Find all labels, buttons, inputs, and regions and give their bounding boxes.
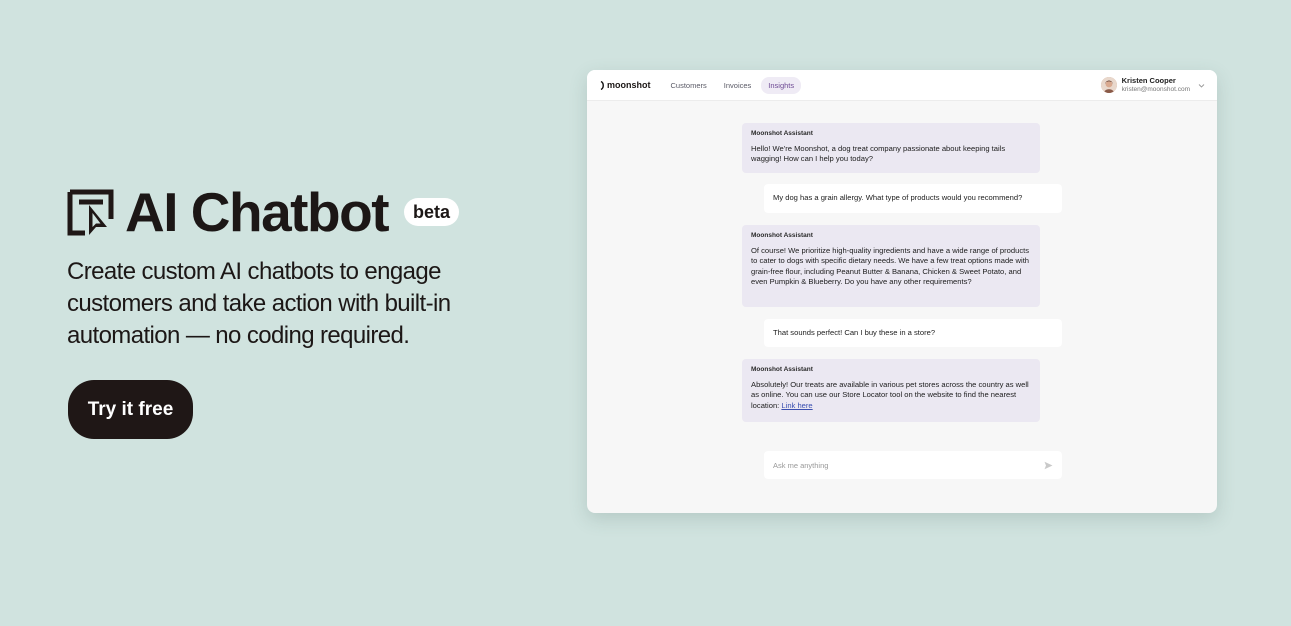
chevron-down-icon[interactable]: [1198, 82, 1205, 89]
send-icon[interactable]: [1044, 461, 1053, 470]
nav-tab-customers[interactable]: Customers: [664, 77, 714, 94]
hero-section: AI Chatbot beta Create custom AI chatbot…: [67, 180, 537, 352]
user-email: kristen@moonshot.com: [1121, 86, 1190, 93]
chat-input-box: [764, 451, 1062, 479]
avatar-portrait-icon: [1100, 77, 1117, 93]
brand-name: moonshot: [607, 80, 651, 90]
hero-title: AI Chatbot: [125, 181, 390, 243]
message-sender: Moonshot Assistant: [751, 232, 813, 239]
nav-tab-invoices[interactable]: Invoices: [717, 77, 759, 94]
assistant-message: Moonshot Assistant Absolutely! Our treat…: [742, 359, 1040, 422]
assistant-message: Moonshot Assistant Hello! We're Moonshot…: [742, 123, 1040, 173]
message-sender: Moonshot Assistant: [751, 366, 813, 373]
beta-badge: beta: [404, 198, 460, 226]
user-menu[interactable]: Kristen Cooper kristen@moonshot.com: [1100, 76, 1205, 94]
message-text: My dog has a grain allergy. What type of…: [773, 193, 1023, 203]
nav-tab-insights[interactable]: Insights: [761, 76, 802, 94]
message-text: That sounds perfect! Can I buy these in …: [773, 327, 936, 337]
message-text: Of course! We prioritize high-quality in…: [751, 245, 1030, 287]
message-text-container: Absolutely! Our treats are available in …: [751, 380, 1031, 412]
moonshot-logo-icon: [600, 80, 604, 90]
hero-subtitle: Create custom AI chatbots to engage cust…: [67, 258, 451, 349]
user-message: My dog has a grain allergy. What type of…: [764, 184, 1062, 213]
chatbot-logo-icon: [67, 189, 114, 235]
app-topbar: moonshot Customers Invoices Insights Kri…: [587, 70, 1217, 101]
message-text: Hello! We're Moonshot, a dog treat compa…: [751, 143, 1006, 164]
avatar: [1100, 77, 1117, 93]
message-sender: Moonshot Assistant: [751, 130, 813, 137]
brand-logo[interactable]: moonshot: [600, 80, 651, 90]
assistant-message: Moonshot Assistant Of course! We priorit…: [742, 225, 1040, 307]
chat-input[interactable]: [773, 460, 1044, 470]
user-name: Kristen Cooper: [1121, 76, 1176, 85]
user-message: That sounds perfect! Can I buy these in …: [764, 319, 1062, 347]
hero-title-row: AI Chatbot beta: [67, 180, 537, 244]
store-locator-link[interactable]: Link here: [781, 401, 812, 410]
app-window: moonshot Customers Invoices Insights Kri…: [587, 70, 1217, 513]
try-it-free-button[interactable]: Try it free: [68, 380, 193, 439]
